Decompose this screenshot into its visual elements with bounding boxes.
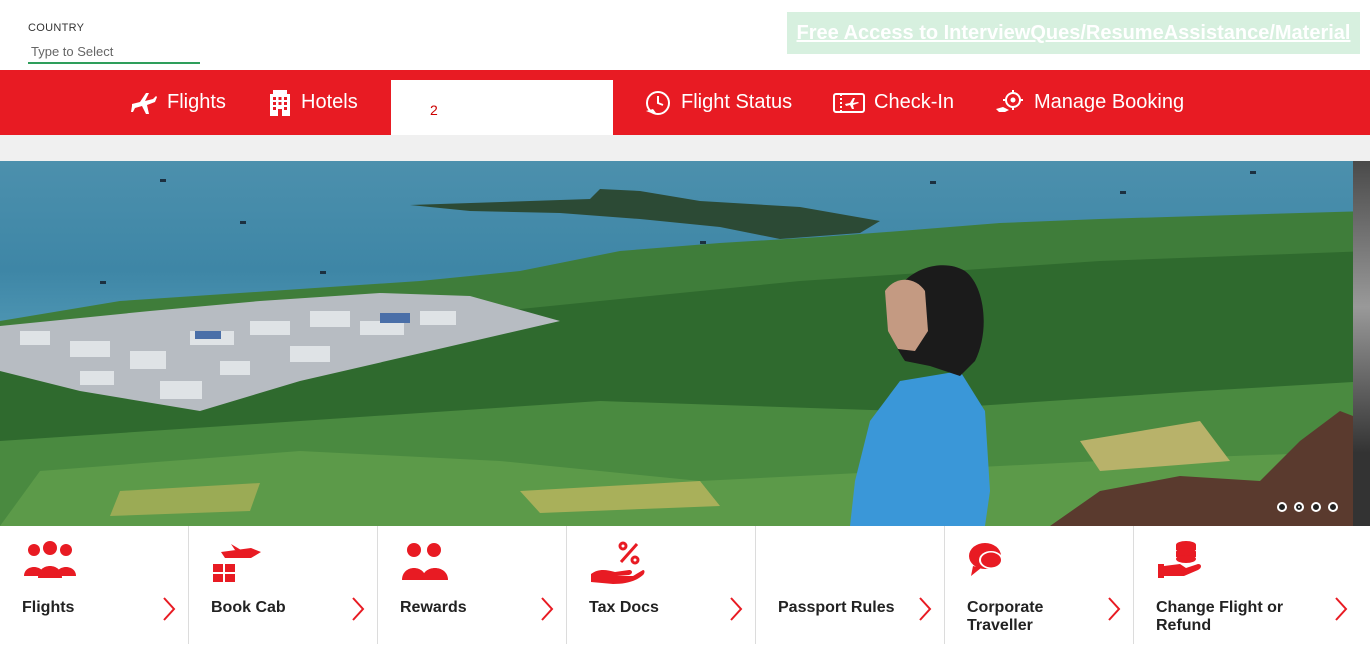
carousel-dot-4[interactable] (1328, 502, 1338, 512)
gear-hand-icon (996, 89, 1023, 112)
nav-blank-field-text: 2 (430, 102, 438, 118)
tile-corporate-traveller-label: Corporate Traveller (967, 599, 1044, 634)
building-icon (270, 89, 290, 116)
chevron-right-icon (1108, 597, 1121, 621)
spacer-strip (0, 135, 1370, 161)
nav-flights-label: Flights (167, 91, 226, 113)
chevron-right-icon (730, 597, 743, 621)
chat-bubbles-icon (969, 543, 1003, 576)
nav-check-in[interactable]: Check-In (833, 70, 954, 135)
ticket-icon (833, 92, 865, 113)
next-slide-peek (1353, 161, 1370, 526)
tile-flights-label: Flights (22, 599, 75, 616)
nav-hotels[interactable]: Hotels (268, 70, 358, 135)
nav-manage-booking[interactable]: Manage Booking (995, 70, 1184, 135)
nav-blank-field[interactable]: 2 (391, 80, 613, 135)
nav-flights[interactable]: Flights (130, 70, 226, 135)
chevron-right-icon (541, 597, 554, 621)
plane-car-icon (213, 544, 261, 582)
nav-hotels-label: Hotels (301, 91, 358, 113)
promo-link[interactable]: Free Access to InterviewQues/ResumeAssis… (797, 22, 1351, 45)
carousel-dot-1[interactable] (1277, 502, 1287, 512)
chevron-right-icon (919, 597, 932, 621)
nav-flight-status-label: Flight Status (681, 91, 793, 113)
hero-carousel[interactable] (0, 161, 1370, 526)
country-label: COUNTRY (28, 22, 85, 34)
nav-manage-booking-label: Manage Booking (1034, 91, 1185, 113)
hero-landscape (0, 171, 1370, 526)
top-bar: COUNTRY Free Access to InterviewQues/Res… (0, 0, 1370, 70)
tile-rewards-label: Rewards (400, 599, 467, 616)
coins-hand-icon (1158, 541, 1201, 578)
promo-banner: Free Access to InterviewQues/ResumeAssis… (787, 12, 1360, 54)
chevron-right-icon (163, 597, 176, 621)
tile-change-flight-refund-label: Change Flight or Refund (1156, 599, 1284, 634)
quick-links: Flights Book Cab Rewards Tax Docs Passpo… (0, 526, 1370, 649)
tile-passport-rules-label: Passport Rules (778, 599, 895, 616)
tile-change-flight-refund[interactable]: Change Flight or Refund (1134, 526, 1370, 644)
tile-flights[interactable]: Flights (0, 526, 189, 644)
chevron-right-icon (1335, 597, 1348, 621)
carousel-dot-2[interactable] (1294, 502, 1304, 512)
group-people-icon (24, 541, 76, 578)
chevron-right-icon (352, 597, 365, 621)
plane-icon (131, 92, 157, 114)
nav-flight-status[interactable]: Flight Status (644, 70, 792, 135)
tile-passport-rules[interactable]: Passport Rules (756, 526, 945, 644)
tile-tax-docs-label: Tax Docs (589, 599, 659, 616)
carousel-dot-3[interactable] (1311, 502, 1321, 512)
tile-book-cab[interactable]: Book Cab (189, 526, 378, 644)
clock-plane-icon (646, 90, 670, 115)
percent-hand-icon (591, 541, 645, 584)
tile-book-cab-label: Book Cab (211, 599, 286, 616)
main-nav: Flights Hotels 2 Flight Status Check-In … (0, 70, 1370, 135)
tile-rewards[interactable]: Rewards (378, 526, 567, 644)
two-people-icon (402, 543, 448, 580)
tile-tax-docs[interactable]: Tax Docs (567, 526, 756, 644)
carousel-dots (1277, 502, 1338, 512)
nav-check-in-label: Check-In (874, 91, 955, 113)
tile-corporate-traveller[interactable]: Corporate Traveller (945, 526, 1134, 644)
country-input[interactable] (28, 41, 200, 64)
